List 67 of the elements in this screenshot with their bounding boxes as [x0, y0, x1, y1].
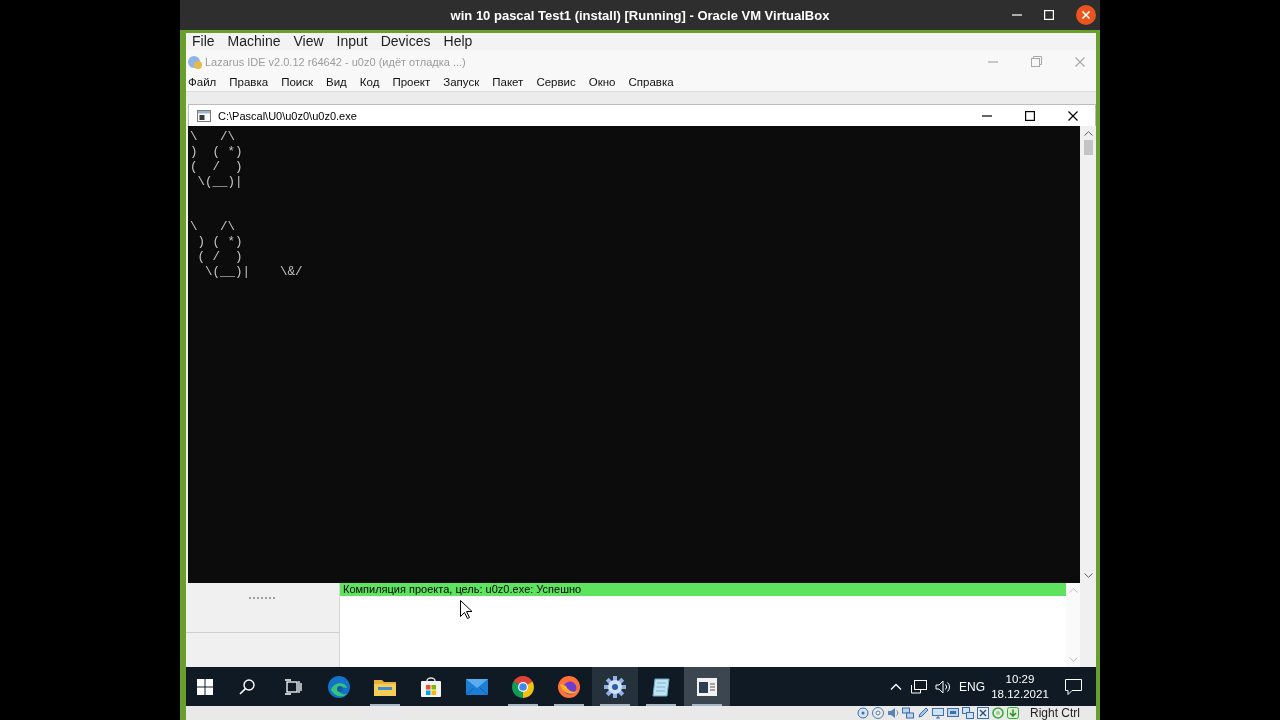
shopping-bag-icon — [421, 676, 441, 697]
close-icon[interactable] — [1076, 5, 1096, 25]
screens-icon[interactable] — [962, 707, 974, 719]
clock-date[interactable]: 18.12.2021 — [991, 686, 1049, 702]
menu-item[interactable]: Окно — [588, 76, 616, 88]
notification-icon[interactable] — [1064, 678, 1082, 695]
disk-icon[interactable] — [857, 707, 869, 719]
menu-item[interactable]: Вид — [326, 76, 347, 88]
menu-item[interactable]: Сервис — [536, 76, 576, 88]
menu-item[interactable]: Help — [443, 33, 473, 50]
host-key-label: Right Ctrl — [1030, 706, 1080, 720]
caret-down-icon[interactable] — [1083, 573, 1093, 578]
disc-icon[interactable] — [872, 707, 884, 719]
console-line: \(__)| — [196, 175, 243, 190]
app-logo-icon — [188, 54, 202, 69]
menu-item[interactable]: Код — [359, 76, 380, 88]
window-title: win 10 pascal Test1 (install) [Running] - Oracle VM VirtualBox — [450, 7, 830, 23]
menu-item[interactable]: Поиск — [281, 76, 313, 88]
cross-icon[interactable] — [977, 707, 989, 719]
close-icon[interactable] — [1068, 110, 1078, 121]
menu-item[interactable]: View — [293, 33, 324, 50]
gear-icon — [604, 675, 626, 698]
folder-icon — [374, 677, 396, 696]
menu-item[interactable]: File — [192, 33, 215, 50]
menu-item[interactable]: Справка — [628, 76, 674, 88]
message-row[interactable]: Компиляция проекта, цель: u0z0.exe: Успешно — [340, 583, 1066, 596]
search-icon — [239, 678, 255, 695]
console-line: \ /\ — [190, 130, 235, 145]
ide-window-title: Lazarus IDE v2.0.12 r64642 - u0z0 (идёт отладка ...) — [205, 55, 466, 68]
console-line: ( / ) — [196, 250, 243, 265]
minimize-icon[interactable] — [982, 114, 992, 117]
console-line: \ /\ — [190, 220, 235, 235]
audio-icon[interactable] — [887, 707, 899, 719]
window-icon — [197, 109, 211, 122]
menu-item[interactable]: Devices — [380, 33, 431, 50]
swirl-icon — [328, 675, 350, 698]
display-icon[interactable] — [932, 707, 944, 719]
down-arrow-icon[interactable] — [1007, 707, 1019, 719]
start-icon — [197, 678, 213, 695]
clock-time[interactable]: 10:29 — [1005, 671, 1035, 687]
menu-item[interactable]: Проект — [392, 76, 431, 88]
tri-color-circle-icon — [512, 675, 534, 698]
window-title: C:\Pascal\U0\u0z0\u0z0.exe — [218, 109, 357, 122]
window-icon — [697, 677, 717, 696]
console-line: ) ( *) — [196, 235, 243, 250]
display-icon[interactable] — [947, 707, 959, 719]
taskbar-button[interactable] — [592, 667, 638, 706]
scrollbar-thumb[interactable] — [1083, 140, 1093, 155]
maximize-icon[interactable] — [1025, 110, 1035, 121]
notepad-icon — [651, 676, 671, 697]
envelope-icon — [466, 678, 488, 695]
menu-item[interactable]: Machine — [227, 33, 281, 50]
taskbar-button[interactable] — [684, 667, 730, 706]
menu-item[interactable]: Запуск — [443, 76, 480, 88]
network-icon[interactable] — [911, 679, 928, 694]
task-view-icon — [284, 678, 302, 695]
language-indicator[interactable]: ENG — [959, 679, 985, 694]
console-line: ( / ) — [190, 160, 243, 175]
fox-globe-icon — [558, 675, 580, 698]
menu-item[interactable]: Файл — [188, 76, 217, 88]
menu-item[interactable]: Пакет — [492, 76, 524, 88]
mouse-pointer-icon — [460, 600, 472, 619]
menu-item[interactable]: Правка — [229, 76, 269, 88]
menu-item[interactable]: Input — [336, 33, 368, 50]
console-line: \(__)| \&/ — [204, 265, 303, 280]
speaker-icon[interactable] — [935, 679, 951, 694]
console-line: ) ( *) — [190, 145, 243, 160]
